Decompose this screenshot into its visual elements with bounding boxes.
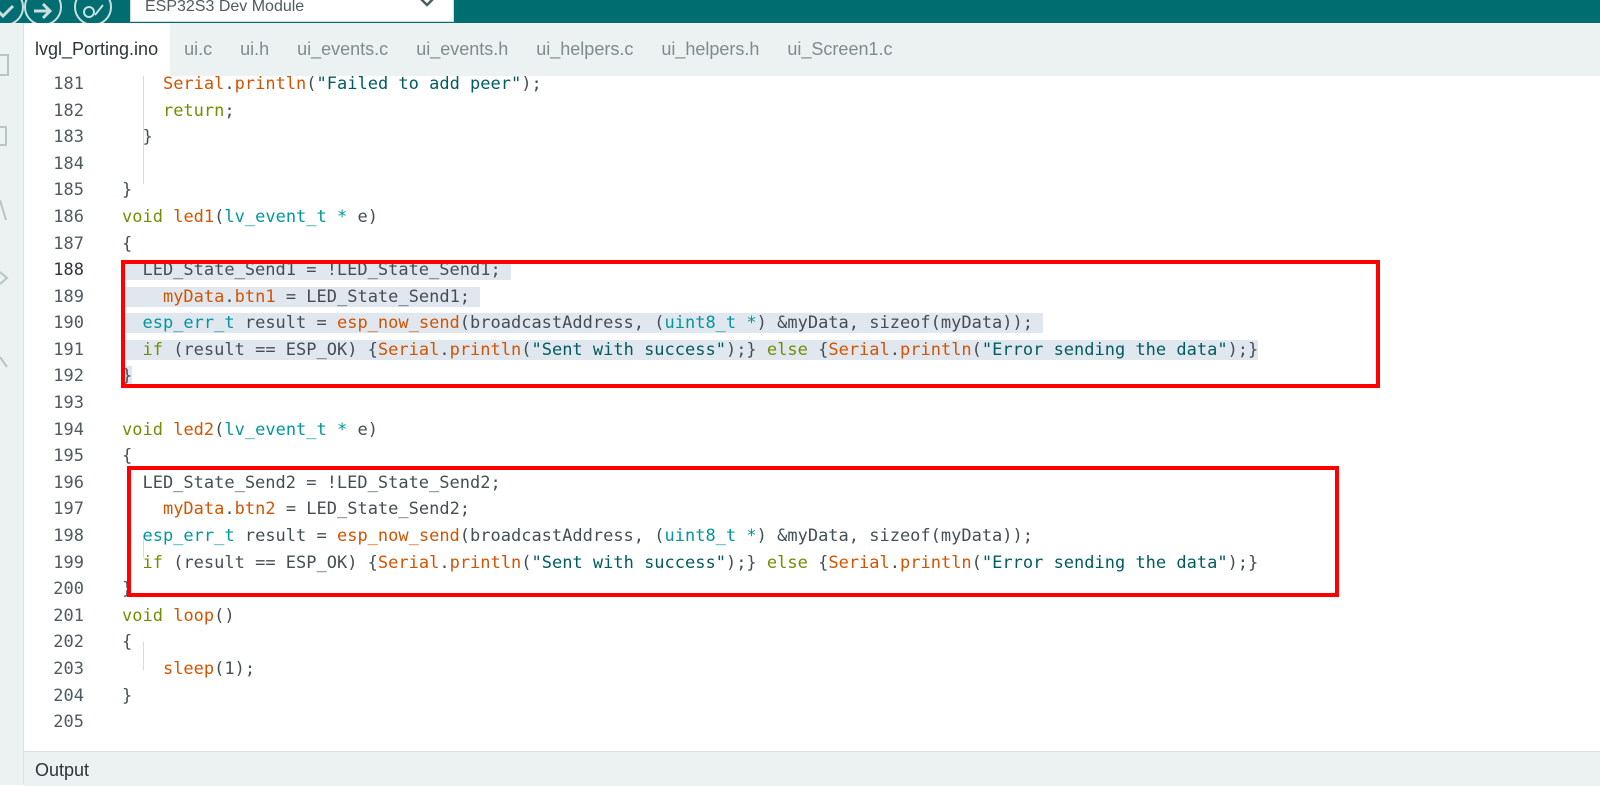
code-line: 181 Serial.println("Failed to add peer")… (24, 76, 1600, 98)
code-line: 204 } (24, 683, 1600, 710)
code-editor[interactable]: 181 Serial.println("Failed to add peer")… (24, 76, 1600, 751)
tab-ui-events-h[interactable]: ui_events.h (402, 23, 522, 76)
tab-ui-helpers-h[interactable]: ui_helpers.h (647, 23, 773, 76)
line-number: 196 (53, 473, 84, 493)
line-code: void led2(lv_event_t * e) (122, 420, 378, 440)
top-toolbar: ESP32S3 Dev Module (0, 0, 1600, 26)
line-code: void loop() (122, 606, 235, 626)
code-line: 205 (24, 709, 1600, 736)
line-number: 200 (53, 579, 84, 599)
line-number: 186 (53, 207, 84, 227)
line-number: 202 (53, 632, 84, 652)
code-line: 193 (24, 390, 1600, 417)
output-panel[interactable]: Output (24, 751, 1600, 786)
line-number: 204 (53, 686, 84, 706)
line-number: 197 (53, 499, 84, 519)
line-number: 192 (53, 366, 84, 386)
line-code: } (122, 127, 153, 147)
line-code: return; (162, 101, 235, 121)
tab-ui-events-c[interactable]: ui_events.c (283, 23, 402, 76)
line-number: 201 (53, 606, 84, 626)
code-line: 201 void loop() (24, 603, 1600, 630)
code-line: 203 sleep(1); (24, 656, 1600, 683)
debug-panel-icon[interactable] (0, 268, 10, 288)
line-number: 184 (53, 154, 84, 174)
line-number: 191 (53, 340, 84, 360)
file-tabs: lvgl_Porting.ino ui.c ui.h ui_events.c u… (24, 23, 1600, 76)
line-number: 182 (53, 101, 84, 121)
debug-icon (83, 4, 104, 18)
code-line: 182 return; (24, 98, 1600, 125)
line-number: 194 (53, 420, 84, 440)
line-number: 181 (53, 76, 84, 94)
highlight-box-led2 (127, 466, 1339, 597)
output-label: Output (35, 760, 90, 780)
boards-manager-icon[interactable] (0, 123, 10, 149)
line-number: 195 (53, 446, 84, 466)
line-code: } (122, 686, 133, 706)
line-number: 187 (53, 234, 84, 254)
code-line: 202 { (24, 629, 1600, 656)
line-code: sleep(1); (162, 659, 256, 679)
sketchbook-icon[interactable] (0, 53, 10, 77)
line-number: 183 (53, 127, 84, 147)
board-selector[interactable]: ESP32S3 Dev Module (130, 0, 454, 22)
board-name: ESP32S3 Dev Module (145, 0, 305, 15)
upload-arrow-icon (34, 3, 53, 19)
line-number: 203 (53, 659, 84, 679)
tab-ui-screen1-c[interactable]: ui_Screen1.c (773, 23, 906, 76)
line-number: 205 (53, 712, 84, 732)
chevron-down-icon (420, 0, 434, 7)
line-number: 188 (53, 260, 84, 280)
line-code: { (122, 234, 133, 254)
code-line: 186 void led1(lv_event_t * e) (24, 204, 1600, 231)
code-line: 184 (24, 151, 1600, 178)
line-number: 199 (53, 553, 84, 573)
highlight-box-led1 (121, 260, 1380, 388)
line-number: 198 (53, 526, 84, 546)
tab-lvgl-porting-ino[interactable]: lvgl_Porting.ino (24, 23, 171, 76)
tab-ui-helpers-c[interactable]: ui_helpers.c (522, 23, 647, 76)
line-number: 185 (53, 180, 84, 200)
line-code: } (122, 180, 133, 200)
code-line: 194 void led2(lv_event_t * e) (24, 417, 1600, 444)
code-line: 185 } (24, 177, 1600, 204)
tab-ui-c[interactable]: ui.c (170, 23, 226, 76)
code-line: 187 { (24, 231, 1600, 258)
line-number: 193 (53, 393, 84, 413)
search-icon[interactable] (0, 353, 10, 373)
line-code: void led1(lv_event_t * e) (122, 207, 378, 227)
line-number: 190 (53, 313, 84, 333)
verify-check-icon (0, 4, 15, 18)
line-code: Serial.println("Failed to add peer"); (162, 76, 542, 94)
line-code: { (122, 632, 133, 652)
line-number: 189 (53, 287, 84, 307)
tab-ui-h[interactable]: ui.h (226, 23, 283, 76)
activity-bar (0, 23, 24, 785)
library-manager-icon[interactable] (0, 198, 10, 222)
code-line: 183 } (24, 124, 1600, 151)
